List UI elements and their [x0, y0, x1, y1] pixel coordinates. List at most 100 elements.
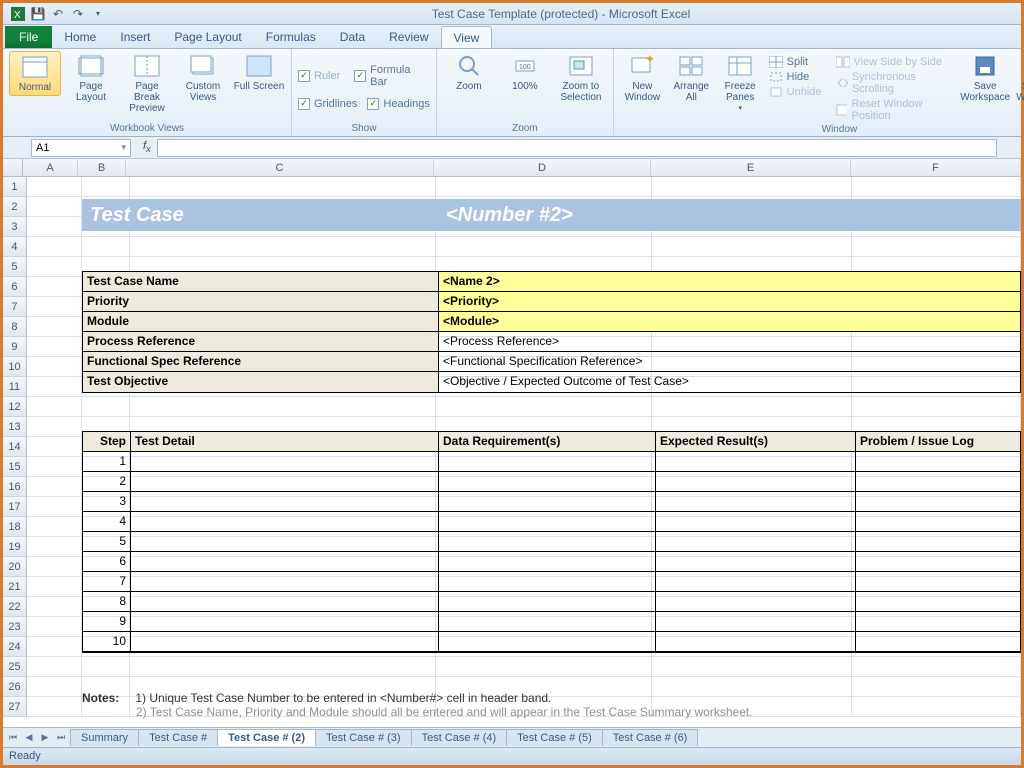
steps-cell[interactable]: [856, 532, 1020, 552]
cell[interactable]: [852, 237, 1021, 257]
cell[interactable]: [82, 177, 130, 197]
cell[interactable]: [27, 517, 82, 537]
fx-icon[interactable]: fx: [137, 140, 157, 154]
save-workspace-button[interactable]: Save Workspace: [960, 51, 1010, 105]
row-header[interactable]: 15: [3, 457, 27, 477]
steps-cell[interactable]: [656, 572, 856, 592]
steps-cell[interactable]: [439, 492, 656, 512]
banner-number[interactable]: <Number #2>: [446, 204, 573, 227]
cell[interactable]: [436, 397, 652, 417]
row-header[interactable]: 1: [3, 177, 27, 197]
row-header[interactable]: 5: [3, 257, 27, 277]
cell[interactable]: [27, 537, 82, 557]
cell[interactable]: [27, 417, 82, 437]
steps-cell[interactable]: [656, 552, 856, 572]
column-header[interactable]: D: [434, 159, 651, 176]
normal-view-button[interactable]: Normal: [9, 51, 61, 96]
cell[interactable]: [652, 397, 851, 417]
row-header[interactable]: 3: [3, 217, 27, 237]
column-header[interactable]: A: [23, 159, 78, 176]
row-header[interactable]: 27: [3, 697, 27, 717]
cell[interactable]: [130, 237, 437, 257]
ribbon-tab-page-layout[interactable]: Page Layout: [162, 26, 253, 48]
headings-checkbox[interactable]: ✓Headings: [367, 96, 429, 112]
steps-cell[interactable]: [131, 552, 439, 572]
name-box[interactable]: A1: [31, 139, 131, 157]
sheet-tab[interactable]: Test Case # (2): [217, 729, 316, 746]
cell[interactable]: [27, 617, 82, 637]
tab-nav-first-icon[interactable]: ⏮: [5, 732, 21, 743]
steps-cell[interactable]: [856, 592, 1020, 612]
steps-cell[interactable]: [656, 492, 856, 512]
undo-icon[interactable]: ↶: [49, 5, 67, 23]
tab-nav-next-icon[interactable]: ▶: [37, 732, 53, 743]
steps-cell[interactable]: [856, 492, 1020, 512]
cell[interactable]: [27, 597, 82, 617]
steps-cell[interactable]: [439, 572, 656, 592]
cell[interactable]: [82, 657, 130, 677]
steps-cell[interactable]: [856, 552, 1020, 572]
column-header[interactable]: E: [651, 159, 851, 176]
steps-cell[interactable]: [656, 472, 856, 492]
cell[interactable]: [852, 697, 1021, 717]
steps-cell[interactable]: [656, 452, 856, 472]
tab-nav-prev-icon[interactable]: ◀: [21, 732, 37, 743]
cell[interactable]: [130, 177, 437, 197]
steps-cell[interactable]: [656, 632, 856, 652]
tab-nav-last-icon[interactable]: ⏭: [53, 732, 69, 743]
cell[interactable]: [27, 277, 82, 297]
cell[interactable]: [27, 397, 82, 417]
cell[interactable]: [852, 397, 1021, 417]
steps-cell[interactable]: [131, 532, 439, 552]
row-header[interactable]: 20: [3, 557, 27, 577]
cell[interactable]: [27, 257, 82, 277]
steps-cell[interactable]: 6: [83, 552, 131, 572]
cell[interactable]: [27, 477, 82, 497]
row-header[interactable]: 10: [3, 357, 27, 377]
steps-cell[interactable]: [856, 572, 1020, 592]
cell[interactable]: [27, 317, 82, 337]
new-window-button[interactable]: ✦New Window: [620, 51, 665, 105]
cell[interactable]: [852, 177, 1021, 197]
steps-cell[interactable]: 7: [83, 572, 131, 592]
cell[interactable]: [27, 637, 82, 657]
row-header[interactable]: 24: [3, 637, 27, 657]
cell[interactable]: [130, 657, 437, 677]
cell[interactable]: [27, 337, 82, 357]
steps-cell[interactable]: 8: [83, 592, 131, 612]
redo-icon[interactable]: ↷: [69, 5, 87, 23]
steps-cell[interactable]: 1: [83, 452, 131, 472]
sheet-tab[interactable]: Test Case # (6): [602, 729, 699, 746]
steps-cell[interactable]: 3: [83, 492, 131, 512]
cell[interactable]: [652, 177, 851, 197]
row-header[interactable]: 12: [3, 397, 27, 417]
steps-cell[interactable]: 4: [83, 512, 131, 532]
steps-cell[interactable]: [439, 512, 656, 532]
page-layout-button[interactable]: Page Layout: [65, 51, 117, 105]
sheet-tab[interactable]: Test Case #: [138, 729, 218, 746]
row-header[interactable]: 2: [3, 197, 27, 217]
file-tab[interactable]: File: [5, 26, 52, 48]
steps-cell[interactable]: [439, 472, 656, 492]
column-header[interactable]: F: [851, 159, 1021, 176]
cell[interactable]: [82, 237, 130, 257]
steps-cell[interactable]: [656, 512, 856, 532]
gridlines-checkbox[interactable]: ✓Gridlines: [298, 96, 357, 112]
steps-cell[interactable]: 5: [83, 532, 131, 552]
steps-cell[interactable]: [439, 532, 656, 552]
steps-cell[interactable]: [856, 452, 1020, 472]
row-header[interactable]: 9: [3, 337, 27, 357]
steps-cell[interactable]: [439, 552, 656, 572]
cell[interactable]: [27, 357, 82, 377]
steps-cell[interactable]: [856, 472, 1020, 492]
save-icon[interactable]: 💾: [29, 5, 47, 23]
row-header[interactable]: 14: [3, 437, 27, 457]
steps-cell[interactable]: 10: [83, 632, 131, 652]
ribbon-tab-data[interactable]: Data: [328, 26, 377, 48]
steps-cell[interactable]: [439, 452, 656, 472]
column-header[interactable]: C: [126, 159, 434, 176]
cell[interactable]: [27, 237, 82, 257]
cell[interactable]: [852, 677, 1021, 697]
freeze-panes-button[interactable]: Freeze Panes▾: [718, 51, 763, 116]
cell[interactable]: [27, 437, 82, 457]
